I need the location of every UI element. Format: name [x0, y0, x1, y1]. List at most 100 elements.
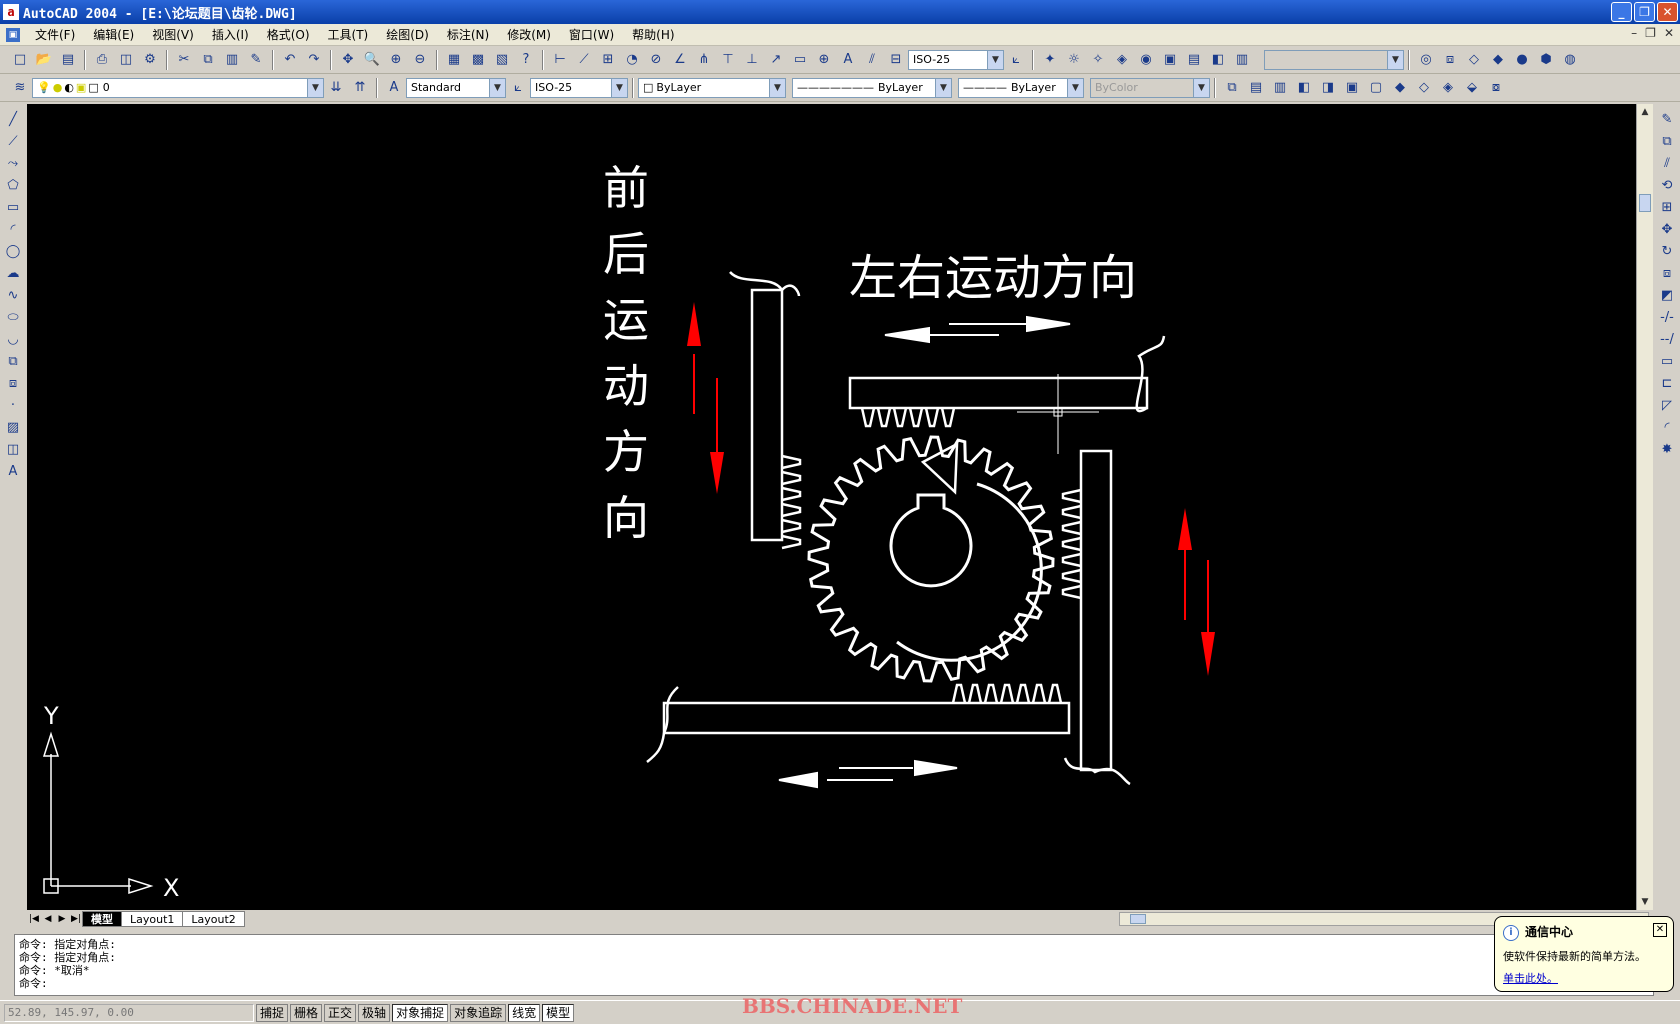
color-combo[interactable]: □ ByLayer ▼ [638, 77, 786, 98]
spline-icon[interactable]: ∿ [3, 284, 23, 306]
construction-line-icon[interactable]: ⟋ [3, 130, 23, 152]
3d-views-icon[interactable]: ⧈ [1439, 49, 1461, 71]
arc-icon[interactable]: ◜ [3, 218, 23, 240]
dim-style-combo[interactable]: ISO-25 ▼ [908, 49, 1004, 70]
materials-icon[interactable]: ◈ [1111, 49, 1133, 71]
command-line[interactable]: 命令: 指定对角点: 命令: 指定对角点: 命令: *取消* 命令: [14, 934, 1654, 996]
camera-icon[interactable]: ⧇ [1485, 77, 1507, 99]
view-right-icon[interactable]: ◨ [1317, 77, 1339, 99]
background-icon[interactable]: ▣ [1159, 49, 1181, 71]
radius-dim-icon[interactable]: ◔ [621, 49, 643, 71]
menu-insert[interactable]: 插入(I) [203, 26, 258, 43]
match-properties-icon[interactable]: ✎ [245, 49, 267, 71]
next-tab-icon[interactable]: ▶ [55, 914, 69, 924]
ordinate-dim-icon[interactable]: ⊞ [597, 49, 619, 71]
dim-text-edit-icon[interactable]: ⫽ [861, 49, 883, 71]
last-tab-icon[interactable]: ▶| [69, 914, 83, 924]
prev-tab-icon[interactable]: ◀ [41, 914, 55, 924]
dim-update-icon[interactable]: ⊟ [885, 49, 907, 71]
rotate-icon[interactable]: ↻ [1657, 240, 1677, 262]
solid-icon[interactable]: ⬢ [1535, 49, 1557, 71]
zoom-window-icon[interactable]: ⊕ [385, 49, 407, 71]
cut-icon[interactable]: ✂ [173, 49, 195, 71]
pan-icon[interactable]: ✥ [337, 49, 359, 71]
chevron-down-icon[interactable]: ▼ [987, 50, 1003, 69]
view-ne-iso-icon[interactable]: ◈ [1437, 77, 1459, 99]
baseline-dim-icon[interactable]: ⊤ [717, 49, 739, 71]
mirror-icon[interactable]: ⫽ [1657, 152, 1677, 174]
ortho-button[interactable]: 正交 [324, 1003, 357, 1022]
break-icon[interactable]: ⊏ [1657, 372, 1677, 394]
help-icon[interactable]: ? [515, 49, 537, 71]
grid-button[interactable]: 栅格 [290, 1003, 323, 1022]
cube-icon[interactable]: ◆ [1487, 49, 1509, 71]
maximize-button[interactable]: ❐ [1634, 2, 1655, 22]
first-tab-icon[interactable]: |◀ [27, 914, 41, 924]
linear-dim-icon[interactable]: ⊢ [549, 49, 571, 71]
chevron-down-icon[interactable]: ▼ [489, 78, 505, 97]
quick-dim-icon[interactable]: ⋔ [693, 49, 715, 71]
fog-icon[interactable]: ▤ [1183, 49, 1205, 71]
bubble-close-icon[interactable]: ✕ [1653, 923, 1667, 937]
stretch-icon[interactable]: ◩ [1657, 284, 1677, 306]
dim-edit-icon[interactable]: A [837, 49, 859, 71]
minimize-button[interactable]: _ [1611, 2, 1632, 22]
menu-tools[interactable]: 工具(T) [319, 26, 378, 43]
otrack-button[interactable]: 对象追踪 [450, 1003, 507, 1022]
chamfer-icon[interactable]: ◸ [1657, 394, 1677, 416]
layer-combo[interactable]: 💡 ● ◐ ▣ □ 0 ▼ [32, 77, 324, 98]
chevron-down-icon[interactable]: ▼ [307, 78, 323, 97]
properties-icon[interactable]: ▦ [443, 49, 465, 71]
menu-help[interactable]: 帮助(H) [623, 26, 683, 43]
scenes-icon[interactable]: ☼ [1063, 49, 1085, 71]
diameter-dim-icon[interactable]: ⊘ [645, 49, 667, 71]
dim-style-icon[interactable]: ⟀ [507, 77, 529, 99]
doc-restore-icon[interactable]: ❐ [1645, 26, 1656, 40]
menu-dimension[interactable]: 标注(N) [438, 26, 498, 43]
publish-icon[interactable]: ⚙ [139, 49, 161, 71]
zoom-realtime-icon[interactable]: 🔍 [361, 49, 383, 71]
doc-minimize-icon[interactable]: – [1631, 26, 1637, 40]
menu-view[interactable]: 视图(V) [143, 26, 203, 43]
view-front-icon[interactable]: ▣ [1341, 77, 1363, 99]
tab-layout1[interactable]: Layout1 [121, 911, 184, 927]
dim-style-combo-2[interactable]: ISO-25 ▼ [530, 77, 628, 98]
redo-icon[interactable]: ↷ [303, 49, 325, 71]
open-icon[interactable]: 📂 [33, 49, 55, 71]
paste-icon[interactable]: ▥ [221, 49, 243, 71]
make-layer-current-icon[interactable]: ⇊ [325, 77, 347, 99]
chevron-down-icon[interactable]: ▼ [769, 78, 785, 97]
hatch-icon[interactable]: ▨ [3, 416, 23, 438]
print-icon[interactable]: ⎙ [91, 49, 113, 71]
mapping-icon[interactable]: ◉ [1135, 49, 1157, 71]
text-style-icon[interactable]: A [383, 77, 405, 99]
menu-window[interactable]: 窗口(W) [560, 26, 623, 43]
continue-dim-icon[interactable]: ⊥ [741, 49, 763, 71]
polygon-icon[interactable]: ⬠ [3, 174, 23, 196]
command-prompt[interactable]: 命令: [19, 977, 1649, 990]
render-icon[interactable]: ✦ [1039, 49, 1061, 71]
view-nw-iso-icon[interactable]: ⬙ [1461, 77, 1483, 99]
ellipse-icon[interactable]: ⬭ [3, 306, 23, 328]
drawing-canvas[interactable]: 前 后 运 动 方 向 左右运动方向 Y X [27, 104, 1636, 910]
sphere-icon[interactable]: ● [1511, 49, 1533, 71]
view-sw-iso-icon[interactable]: ◆ [1389, 77, 1411, 99]
doc-close-icon[interactable]: ✕ [1664, 26, 1674, 40]
ellipse-arc-icon[interactable]: ◡ [3, 328, 23, 350]
angular-dim-icon[interactable]: ∠ [669, 49, 691, 71]
erase-icon[interactable]: ✎ [1657, 108, 1677, 130]
line-icon[interactable]: ╱ [3, 108, 23, 130]
autocad-app-icon[interactable]: a [3, 4, 19, 20]
globe-icon[interactable]: ◍ [1559, 49, 1581, 71]
view-named-icon[interactable]: ⧉ [1221, 77, 1243, 99]
close-button[interactable]: ✕ [1657, 2, 1678, 22]
3d-orbit-icon[interactable]: ◎ [1415, 49, 1437, 71]
chevron-down-icon[interactable]: ▼ [935, 78, 951, 97]
zoom-previous-icon[interactable]: ⊖ [409, 49, 431, 71]
make-block-icon[interactable]: ⧈ [3, 372, 23, 394]
vertical-scroll-thumb[interactable] [1639, 194, 1651, 212]
array-icon[interactable]: ⊞ [1657, 196, 1677, 218]
render-stats-icon[interactable]: ▥ [1231, 49, 1253, 71]
multiline-text-icon[interactable]: A [3, 460, 23, 482]
tool-palettes-icon[interactable]: ▧ [491, 49, 513, 71]
